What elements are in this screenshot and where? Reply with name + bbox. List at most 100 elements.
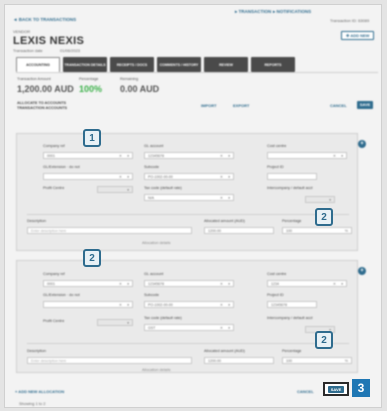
percentage-input[interactable]: 100% xyxy=(282,227,352,234)
gl-account-select[interactable]: 12345678 ✕ ▾ xyxy=(144,280,234,287)
chevron-down-icon[interactable]: ▾ xyxy=(127,174,129,180)
add-row-icon[interactable]: + xyxy=(358,267,366,275)
add-new-button[interactable]: ✚ ADD NEW xyxy=(341,31,375,40)
tax-code-select[interactable]: N/A ✕ ▾ xyxy=(144,194,234,201)
clear-icon[interactable]: ✕ xyxy=(220,153,223,159)
section-divider xyxy=(27,343,349,344)
chevron-down-icon[interactable]: ▾ xyxy=(127,281,129,287)
transaction-link[interactable]: ▸ TRANSACTION xyxy=(235,9,271,15)
project-input[interactable]: 12345678 xyxy=(267,301,317,308)
cost-centre-label: Cost centre xyxy=(267,144,287,148)
section-divider xyxy=(27,214,349,215)
clear-icon[interactable]: ✕ xyxy=(333,153,336,159)
tax-code-select[interactable]: GST ✕ ▾ xyxy=(144,324,234,331)
description-input[interactable]: Enter description here xyxy=(27,227,192,234)
tab-comments-history[interactable]: COMMENTS / HISTORY xyxy=(157,57,201,72)
clear-icon[interactable]: ✕ xyxy=(119,281,122,287)
tab-divider xyxy=(16,72,378,73)
company-select[interactable]: 0001 ✕ ▾ xyxy=(43,280,133,287)
intercompany-label: Intercompany / default acct xyxy=(267,316,313,320)
gl-extension-select[interactable]: ✕ ▾ xyxy=(43,173,133,180)
kpi-label-amount: Transaction Amount xyxy=(17,77,51,81)
step-badge-3: 3 xyxy=(352,379,370,397)
clear-icon[interactable]: ✕ xyxy=(220,302,223,308)
tab-receipts[interactable]: RECEIPTS / DOCS xyxy=(110,57,154,72)
chevron-down-icon[interactable]: ▾ xyxy=(127,153,129,159)
intercompany-select[interactable]: ▾ xyxy=(305,196,335,203)
chevron-down-icon[interactable]: ▾ xyxy=(228,195,230,201)
page-title: LEXIS NEXIS xyxy=(13,35,85,47)
intercompany-label: Intercompany / default acct xyxy=(267,186,313,190)
chevron-down-icon[interactable]: ▾ xyxy=(228,153,230,159)
chevron-down-icon[interactable]: ▾ xyxy=(127,187,129,193)
percentage-input[interactable]: 100% xyxy=(282,357,352,364)
gl-account-label: GL account xyxy=(144,144,164,148)
subcode-select[interactable]: PO-1002-00-00 ✕ ▾ xyxy=(144,301,234,308)
clear-icon[interactable]: ✕ xyxy=(220,325,223,331)
tab-reports[interactable]: REPORTS xyxy=(251,57,295,72)
cancel-link-top[interactable]: CANCEL xyxy=(330,103,347,108)
project-input[interactable] xyxy=(267,173,317,180)
chevron-down-icon[interactable]: ▾ xyxy=(127,302,129,308)
chevron-down-icon[interactable]: ▾ xyxy=(341,153,343,159)
back-to-transactions-link[interactable]: ◄ BACK TO TRANSACTIONS xyxy=(13,17,76,22)
gl-extension-label: GL/Extension · do not xyxy=(43,165,80,169)
profit-centre-select[interactable]: ▾ xyxy=(97,186,133,193)
import-link[interactable]: IMPORT xyxy=(201,103,217,108)
cost-centre-select[interactable]: ✕ ▾ xyxy=(267,152,347,159)
kpi-value-amount: 1,200.00 AUD xyxy=(17,84,74,94)
amount-input[interactable]: 1200.00 xyxy=(204,227,274,234)
gl-account-select[interactable]: 12345678 ✕ ▾ xyxy=(144,152,234,159)
callout-1: 1 xyxy=(83,129,101,147)
tab-bar: ACCOUNTING TRANSACTION DETAILS RECEIPTS … xyxy=(16,57,295,72)
allocation-section-2: Company ref 0001 ✕ ▾ GL account 12345678 ✕ ▾… xyxy=(16,260,358,373)
gl-extension-label: GL/Extension · do not xyxy=(43,293,80,297)
chevron-down-icon[interactable]: ▾ xyxy=(228,302,230,308)
allocation-note: Allocation details xyxy=(142,241,171,245)
clear-icon[interactable]: ✕ xyxy=(220,174,223,180)
amount-label: Allocated amount (AUD) xyxy=(204,219,245,223)
chevron-down-icon[interactable]: ▾ xyxy=(228,174,230,180)
app-window: ◄ BACK TO TRANSACTIONS ▸ TRANSACTION ▸ N… xyxy=(4,4,382,408)
notifications-link[interactable]: ▸ NOTIFICATIONS xyxy=(273,9,311,15)
percent-icon: % xyxy=(344,229,348,233)
chevron-down-icon[interactable]: ▾ xyxy=(329,197,331,203)
clear-icon[interactable]: ✕ xyxy=(119,174,122,180)
profit-centre-select[interactable]: ▾ xyxy=(97,319,133,326)
clear-icon[interactable]: ✕ xyxy=(333,281,336,287)
gl-account-label: GL account xyxy=(144,272,164,276)
save-button-top[interactable]: SAVE xyxy=(357,101,373,109)
tab-accounting[interactable]: ACCOUNTING xyxy=(16,57,60,72)
description-input[interactable]: Enter description here xyxy=(27,357,192,364)
cancel-link-bottom[interactable]: CANCEL xyxy=(297,389,314,394)
tab-transaction-details[interactable]: TRANSACTION DETAILS xyxy=(63,57,107,72)
chevron-down-icon[interactable]: ▾ xyxy=(228,281,230,287)
clear-icon[interactable]: ✕ xyxy=(119,153,122,159)
amount-input[interactable]: 1200.00 xyxy=(204,357,274,364)
percentage-label: Percentage xyxy=(282,219,302,223)
allocation-section-1: Company ref 0001 ✕ ▾ GL account 12345678 ✕ ▾… xyxy=(16,133,358,251)
save-button-bottom[interactable]: SAVE xyxy=(328,386,344,393)
tab-review[interactable]: REVIEW xyxy=(204,57,248,72)
description-label: Description xyxy=(27,219,46,223)
export-link[interactable]: EXPORT xyxy=(233,103,249,108)
tax-code-label: Tax code (default rate) xyxy=(144,316,182,320)
chevron-down-icon[interactable]: ▾ xyxy=(228,325,230,331)
profit-centre-label: Profit Centre xyxy=(43,186,65,190)
clear-icon[interactable]: ✕ xyxy=(220,195,223,201)
subcode-label: Subcode xyxy=(144,165,159,169)
profit-centre-label: Profit Centre xyxy=(43,319,65,323)
clear-icon[interactable]: ✕ xyxy=(119,302,122,308)
gl-extension-select[interactable]: ✕ ▾ xyxy=(43,301,133,308)
kpi-label-percentage: Percentage xyxy=(79,77,99,81)
chevron-down-icon[interactable]: ▾ xyxy=(127,320,129,326)
add-allocation-link[interactable]: + ADD NEW ALLOCATION xyxy=(15,389,64,394)
add-row-icon[interactable]: + xyxy=(358,140,366,148)
company-select[interactable]: 0001 ✕ ▾ xyxy=(43,152,133,159)
amount-label: Allocated amount (AUD) xyxy=(204,349,245,353)
clear-icon[interactable]: ✕ xyxy=(220,281,223,287)
cost-centre-select[interactable]: 1234 ✕ ▾ xyxy=(267,280,347,287)
chevron-down-icon[interactable]: ▾ xyxy=(341,281,343,287)
transaction-date-label: Transaction date xyxy=(13,48,43,53)
subcode-select[interactable]: PO-1002-00-00 ✕ ▾ xyxy=(144,173,234,180)
